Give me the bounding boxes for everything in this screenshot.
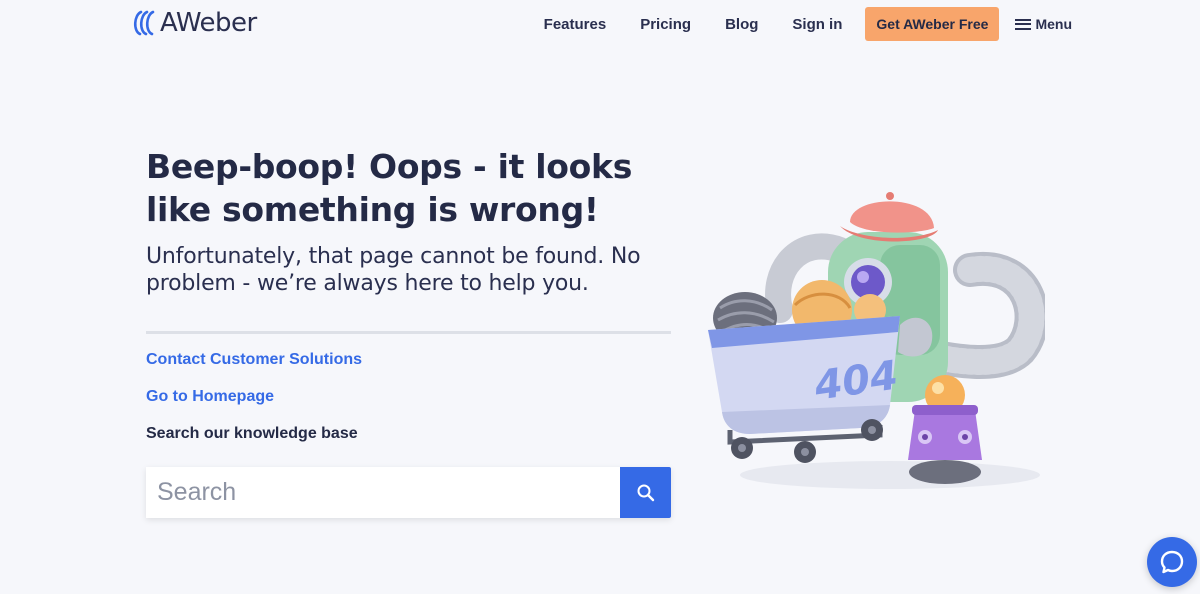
chat-launcher-button[interactable] [1147,537,1197,587]
menu-label: Menu [1035,16,1072,32]
search-input[interactable] [146,467,620,518]
nav-pricing[interactable]: Pricing [640,16,691,33]
chat-icon [1160,550,1184,574]
contact-customer-solutions-link[interactable]: Contact Customer Solutions [146,351,671,369]
robot-cart-illustration: 404 [708,192,1045,489]
aweber-logo-icon [133,10,155,36]
search-icon [637,484,654,501]
nav-blog[interactable]: Blog [725,16,758,33]
error-content: Beep-boop! Oops - it looks like somethin… [146,145,671,518]
page-subtitle: Unfortunately, that page cannot be found… [146,244,641,296]
site-header: AWeber Features Pricing Blog Sign in Get… [0,0,1200,48]
nav-features[interactable]: Features [544,16,607,33]
go-to-homepage-link[interactable]: Go to Homepage [146,388,671,406]
divider [146,331,671,334]
search-button[interactable] [620,467,671,518]
aweber-logo[interactable]: AWeber [132,8,257,38]
knowledge-base-label: Search our knowledge base [146,425,358,442]
main-nav: Features Pricing Blog Sign in Get AWeber… [544,7,1072,41]
hamburger-icon [1015,18,1032,30]
get-aweber-free-button[interactable]: Get AWeber Free [865,7,1000,41]
logo-text: AWeber [160,8,257,38]
knowledge-base-search [146,467,671,518]
nav-sign-in[interactable]: Sign in [792,16,842,33]
menu-button[interactable]: Menu [1015,16,1072,32]
page-title: Beep-boop! Oops - it looks like somethin… [146,147,633,229]
